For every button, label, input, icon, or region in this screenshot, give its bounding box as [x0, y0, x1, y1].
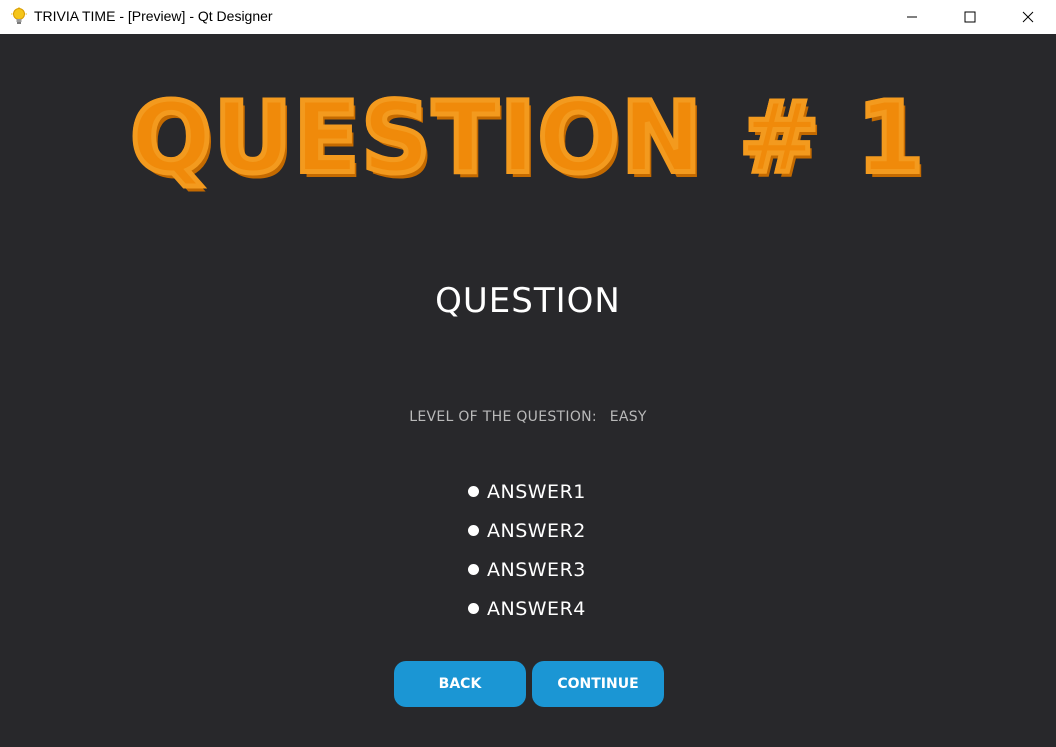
lightbulb-icon [10, 7, 28, 27]
app-window: TRIVIA TIME - [Preview] - Qt Designer QU… [0, 0, 1056, 747]
back-button[interactable]: BACK [394, 661, 526, 707]
minimize-button[interactable] [889, 0, 935, 34]
question-number-text: QUESTION # 1 [128, 78, 927, 197]
close-icon [1022, 8, 1034, 27]
level-row: LEVEL OF THE QUESTION: EASY [0, 409, 1056, 425]
answers-list: ANSWER1 ANSWER2 ANSWER3 ANSWER4 [468, 472, 668, 628]
answer-option-2[interactable]: ANSWER2 [468, 511, 668, 550]
level-value: EASY [609, 409, 647, 425]
radio-button-icon[interactable] [468, 564, 479, 575]
answer-label: ANSWER1 [487, 480, 586, 503]
main-content: QUESTION # 1 QUESTION LEVEL OF THE QUEST… [0, 34, 1056, 747]
question-number-title: QUESTION # 1 [0, 77, 1056, 199]
minimize-icon [906, 8, 918, 27]
answer-option-1[interactable]: ANSWER1 [468, 472, 668, 511]
radio-button-icon[interactable] [468, 486, 479, 497]
maximize-icon [964, 8, 976, 27]
title-bar[interactable]: TRIVIA TIME - [Preview] - Qt Designer [0, 0, 1056, 34]
question-text: QUESTION [435, 281, 621, 321]
level-label: LEVEL OF THE QUESTION: [409, 409, 597, 425]
radio-button-icon[interactable] [468, 525, 479, 536]
radio-button-icon[interactable] [468, 603, 479, 614]
answer-option-3[interactable]: ANSWER3 [468, 550, 668, 589]
answer-option-4[interactable]: ANSWER4 [468, 589, 668, 628]
close-button[interactable] [1005, 0, 1051, 34]
window-title: TRIVIA TIME - [Preview] - Qt Designer [34, 8, 273, 24]
maximize-button[interactable] [947, 0, 993, 34]
continue-button[interactable]: CONTINUE [532, 661, 664, 707]
answer-label: ANSWER3 [487, 558, 586, 581]
answer-label: ANSWER2 [487, 519, 586, 542]
answer-label: ANSWER4 [487, 597, 586, 620]
